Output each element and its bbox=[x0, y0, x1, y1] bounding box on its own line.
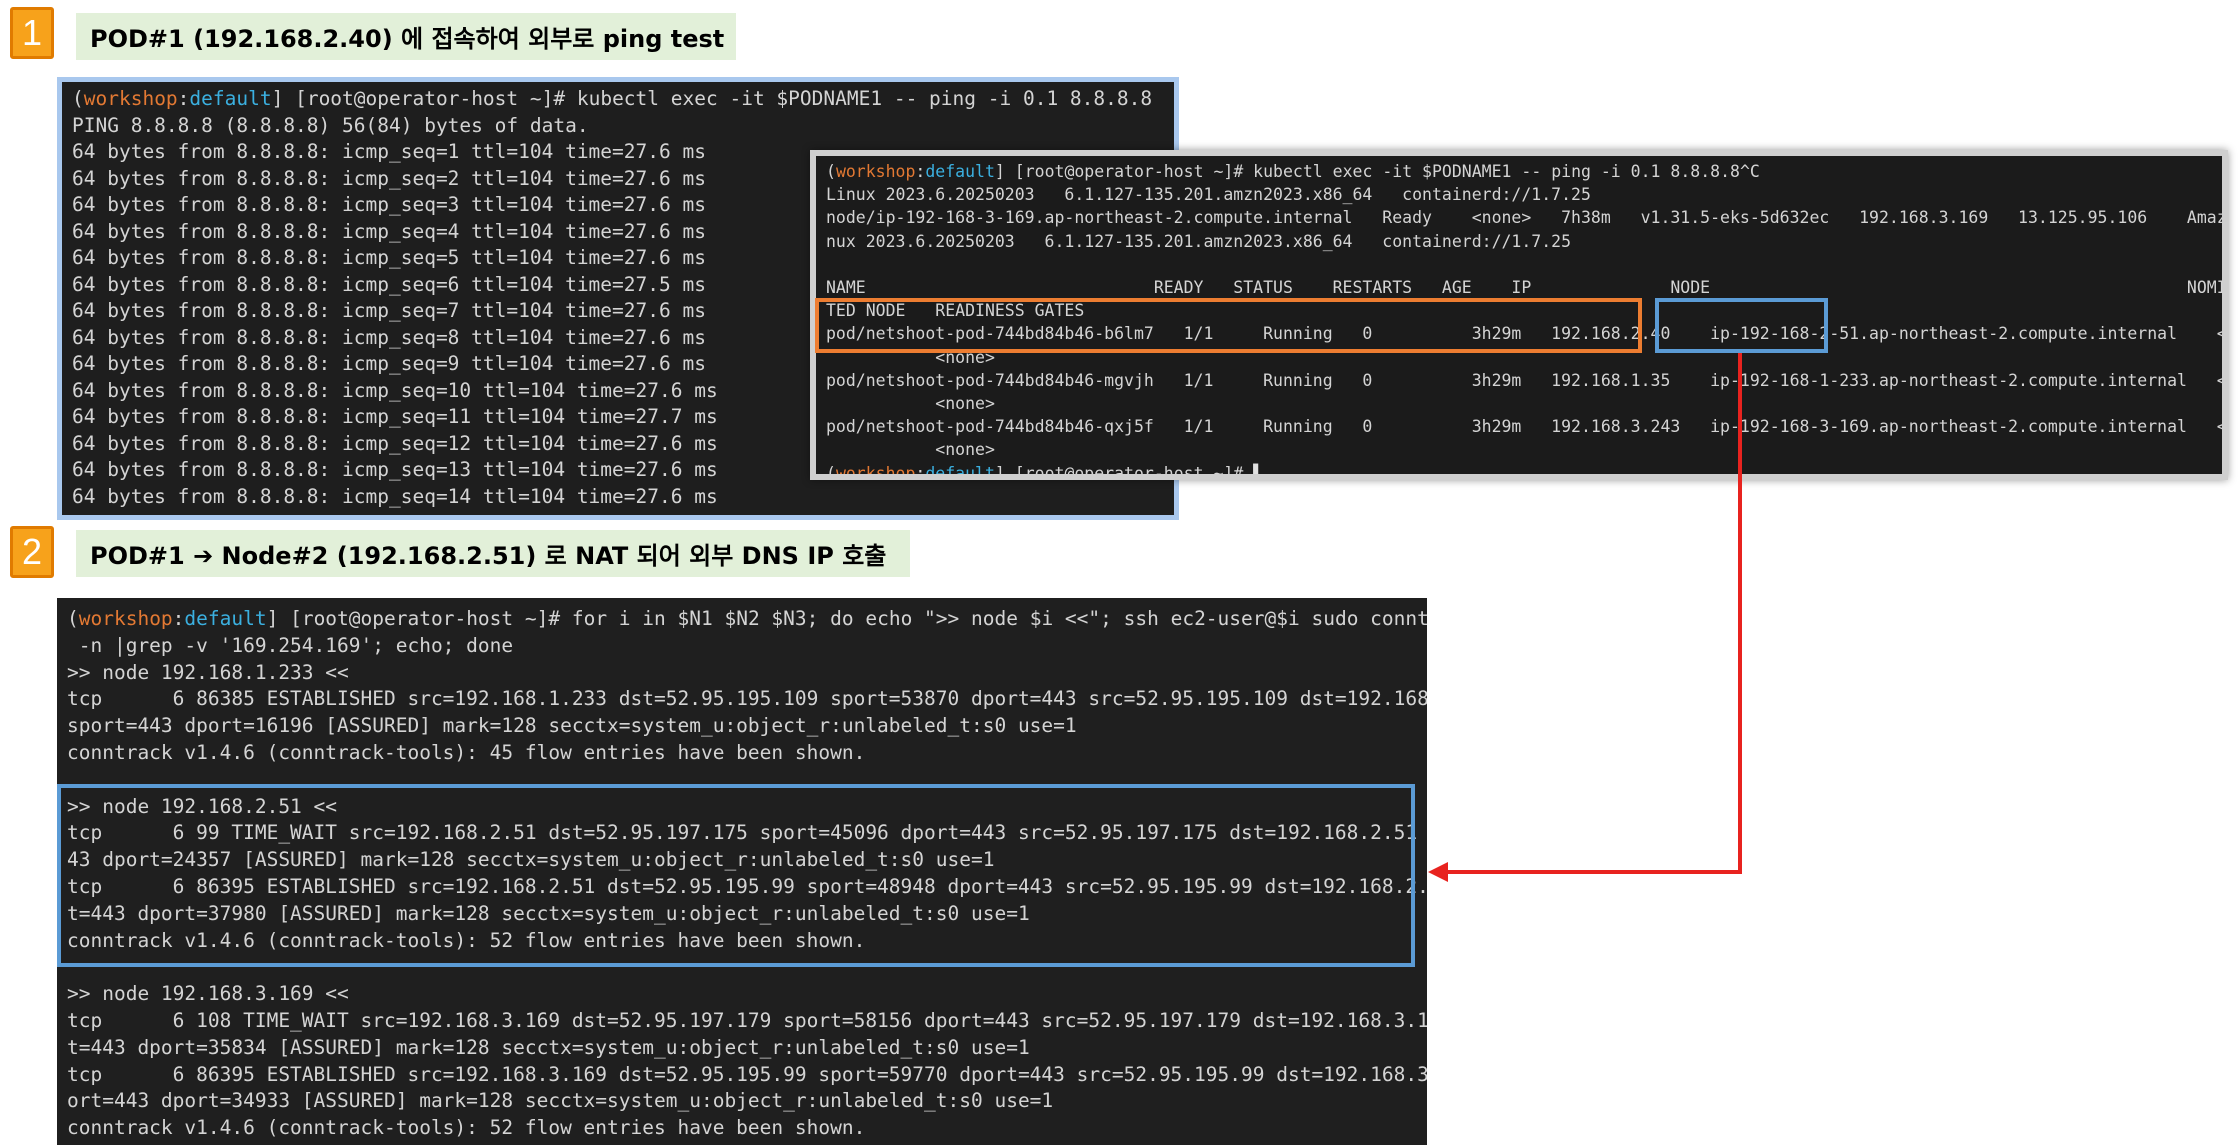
pods-output-line: NAME READY STATUS RESTARTS AGE IP NODE N… bbox=[826, 278, 2228, 298]
conntrack-output-line: conntrack v1.4.6 (conntrack-tools): 52 f… bbox=[67, 928, 866, 952]
conntrack-output-line: tcp 6 86395 ESTABLISHED src=192.168.3.16… bbox=[67, 1062, 1427, 1086]
conntrack-output-line bbox=[67, 767, 1417, 794]
prompt-env: workshop bbox=[83, 87, 178, 110]
pods-output-line: node/ip-192-168-3-169.ap-northeast-2.com… bbox=[826, 208, 2228, 228]
prompt-namespace: default bbox=[184, 607, 267, 630]
ping-output-line: PING 8.8.8.8 (8.8.8.8) 56(84) bytes of d… bbox=[72, 113, 589, 137]
conntrack-output-line: >> node 192.168.2.51 << bbox=[67, 794, 338, 818]
connector-arrow-head bbox=[1428, 862, 1448, 882]
conntrack-output-line: >> node 192.168.3.169 << bbox=[67, 982, 349, 1006]
conntrack-output-line bbox=[67, 954, 1417, 981]
prompt-namespace: default bbox=[925, 162, 995, 181]
conntrack-output-line: tcp 6 99 TIME_WAIT src=192.168.2.51 dst=… bbox=[67, 821, 1427, 845]
pods-output-line: <none> bbox=[826, 440, 995, 460]
conntrack-output-line: t=443 dport=35834 [ASSURED] mark=128 sec… bbox=[67, 1035, 1030, 1059]
step-1-caption: POD#1 (192.168.2.40) 에 접속하여 외부로 ping tes… bbox=[76, 13, 736, 60]
pods-output-line: pod/netshoot-pod-744bd84b46-mgvjh 1/1 Ru… bbox=[826, 370, 2228, 390]
pods-output: Linux 2023.6.20250203 6.1.127-135.201.am… bbox=[826, 183, 2228, 461]
pods-output-line: TED NODE READINESS GATES bbox=[826, 301, 1085, 321]
prompt-env: workshop bbox=[78, 607, 173, 630]
prompt-command: ] [root@operator-host ~]# kubectl exec -… bbox=[994, 162, 1760, 181]
conntrack-output-line: tcp 6 108 TIME_WAIT src=192.168.3.169 ds… bbox=[67, 1008, 1427, 1032]
prompt-text: ] [root@operator-host ~]# bbox=[994, 463, 1254, 480]
pods-output-line bbox=[826, 253, 2212, 276]
pods-terminal: (workshop:default] [root@operator-host ~… bbox=[810, 150, 2228, 480]
prompt-env: workshop bbox=[835, 162, 916, 181]
conntrack-output-line: ort=443 dport=34933 [ASSURED] mark=128 s… bbox=[67, 1089, 1054, 1113]
pods-output-line: pod/netshoot-pod-744bd84b46-qxj5f 1/1 Ru… bbox=[826, 417, 2228, 437]
prompt-namespace: default bbox=[925, 463, 995, 480]
pods-output-line: <none> bbox=[826, 394, 995, 414]
prompt-command: ] [root@operator-host ~]# kubectl exec -… bbox=[271, 87, 1153, 110]
conntrack-output-line: -n |grep -v '169.254.169'; echo; done bbox=[67, 633, 514, 657]
pods-output-line: <none> bbox=[826, 347, 995, 367]
prompt-namespace: default bbox=[189, 87, 272, 110]
step-2-caption: POD#1 ➔ Node#2 (192.168.2.51) 로 NAT 되어 외… bbox=[76, 530, 910, 577]
conntrack-output-line: conntrack v1.4.6 (conntrack-tools): 45 f… bbox=[67, 740, 866, 764]
conntrack-output-line: 43 dport=24357 [ASSURED] mark=128 secctx… bbox=[67, 848, 995, 872]
pods-final-prompt[interactable]: (workshop:default] [root@operator-host ~… bbox=[826, 462, 2212, 480]
conntrack-output-line: sport=443 dport=16196 [ASSURED] mark=128… bbox=[67, 714, 1077, 738]
step-1-number: 1 bbox=[21, 12, 43, 53]
ping-command-line: (workshop:default] [root@operator-host ~… bbox=[72, 87, 1153, 110]
step-2-number: 2 bbox=[21, 531, 43, 572]
step-2-badge: 2 bbox=[10, 526, 54, 578]
conntrack-output-line: conntrack v1.4.6 (conntrack-tools): 52 f… bbox=[67, 1116, 866, 1140]
conntrack-command-line: (workshop:default] [root@operator-host ~… bbox=[67, 606, 1427, 633]
pods-command-line: (workshop:default] [root@operator-host ~… bbox=[826, 162, 1760, 181]
conntrack-output: -n |grep -v '169.254.169'; echo; done >> … bbox=[67, 633, 1427, 1142]
prompt-env: workshop bbox=[835, 463, 916, 480]
step-1-badge: 1 bbox=[10, 7, 54, 59]
conntrack-output-line: t=443 dport=37980 [ASSURED] mark=128 sec… bbox=[67, 901, 1030, 925]
text-cursor: ▌ bbox=[1253, 463, 1264, 480]
ping-output-line: 64 bytes from 8.8.8.8: icmp_seq=14 ttl=1… bbox=[72, 484, 718, 508]
pods-output-line: nux 2023.6.20250203 6.1.127-135.201.amzn… bbox=[826, 231, 1572, 251]
conntrack-output-line: tcp 6 86395 ESTABLISHED src=192.168.2.51… bbox=[67, 874, 1427, 898]
prompt-command: ] [root@operator-host ~]# for i in $N1 $… bbox=[266, 607, 1427, 630]
pods-output-line: Linux 2023.6.20250203 6.1.127-135.201.am… bbox=[826, 185, 1591, 205]
conntrack-terminal: (workshop:default] [root@operator-host ~… bbox=[57, 598, 1427, 1145]
conntrack-output-line: tcp 6 86385 ESTABLISHED src=192.168.1.23… bbox=[67, 687, 1427, 711]
conntrack-output-line: >> node 192.168.1.233 << bbox=[67, 660, 349, 684]
pods-output-line: pod/netshoot-pod-744bd84b46-b6lm7 1/1 Ru… bbox=[826, 324, 2228, 344]
